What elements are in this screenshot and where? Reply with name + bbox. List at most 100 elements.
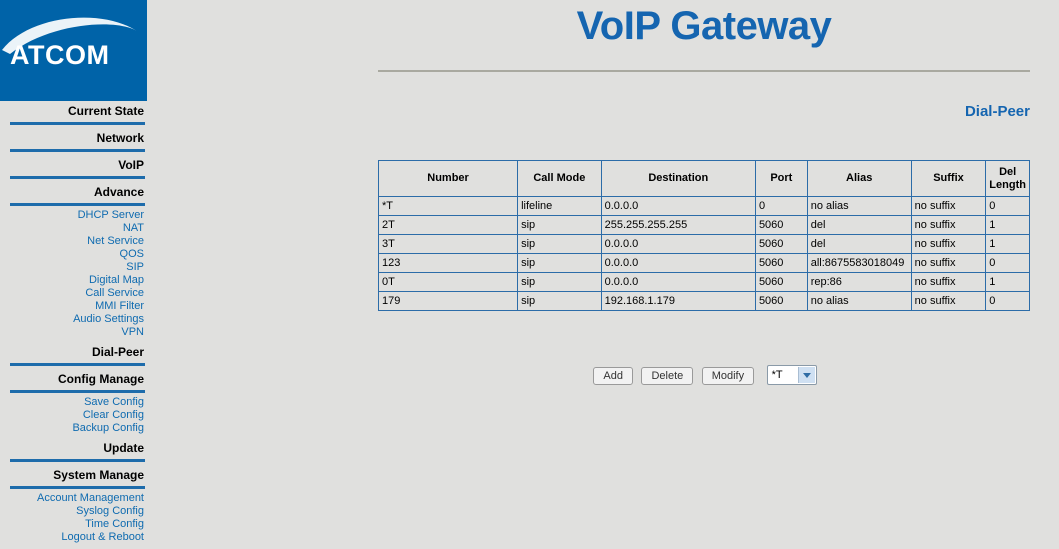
cell-port: 5060 bbox=[754, 215, 808, 235]
sidebar-divider bbox=[10, 203, 145, 206]
table-row[interactable]: 123 sip 0.0.0.0 5060 all:8675583018049 no suf… bbox=[377, 253, 1030, 273]
column-header-suffix: Suffix bbox=[910, 160, 987, 197]
cell-suffix: no suffix bbox=[910, 196, 987, 216]
sidebar-item-account-management[interactable]: Account Management bbox=[0, 492, 144, 505]
delete-button[interactable]: Delete bbox=[641, 367, 694, 386]
sidebar-divider bbox=[10, 459, 145, 462]
sidebar-section-update[interactable]: Update bbox=[0, 438, 147, 458]
cell-port: 5060 bbox=[754, 253, 808, 273]
cell-port: 5060 bbox=[754, 272, 808, 292]
chevron-down-icon[interactable] bbox=[797, 367, 815, 383]
table-row[interactable]: 0T sip 0.0.0.0 5060 rep:86 no suffix 1 bbox=[377, 272, 1030, 292]
sidebar-divider bbox=[10, 176, 145, 179]
add-button[interactable]: Add bbox=[593, 367, 633, 386]
sidebar-item-backup-config[interactable]: Backup Config bbox=[0, 422, 144, 435]
column-header-call-mode: Call Mode bbox=[517, 160, 602, 197]
cell-call-mode: lifeline bbox=[517, 196, 602, 216]
cell-del-length: 0 bbox=[985, 196, 1030, 216]
cell-destination: 255.255.255.255 bbox=[600, 215, 756, 235]
cell-destination: 192.168.1.179 bbox=[600, 291, 756, 311]
sidebar-item-qos[interactable]: QOS bbox=[0, 248, 144, 261]
column-header-del-length: Del Length bbox=[985, 160, 1030, 197]
page-root: ATCOM Current State Network VoIP Advance DHC… bbox=[0, 0, 1059, 549]
sidebar-item-nat[interactable]: NAT bbox=[0, 222, 144, 235]
sidebar-section-voip[interactable]: VoIP bbox=[0, 155, 147, 175]
sidebar-item-digital-map[interactable]: Digital Map bbox=[0, 274, 144, 287]
cell-del-length: 0 bbox=[985, 253, 1030, 273]
cell-alias: rep:86 bbox=[806, 272, 912, 292]
cell-del-length: 1 bbox=[985, 272, 1030, 292]
table-row[interactable]: 179 sip 192.168.1.179 5060 no alias no suffix… bbox=[377, 291, 1030, 311]
sidebar-divider bbox=[10, 363, 145, 366]
column-header-number: Number bbox=[377, 160, 519, 197]
column-header-port: Port bbox=[754, 160, 808, 197]
cell-call-mode: sip bbox=[517, 253, 602, 273]
sidebar-item-call-service[interactable]: Call Service bbox=[0, 287, 144, 300]
page-title: VoIP Gateway bbox=[576, 4, 832, 48]
cell-del-length: 0 bbox=[985, 291, 1030, 311]
sidebar-section-current-state[interactable]: Current State bbox=[0, 101, 147, 121]
sidebar-item-time-config[interactable]: Time Config bbox=[0, 518, 144, 531]
cell-suffix: no suffix bbox=[910, 272, 987, 292]
sidebar-item-audio-settings[interactable]: Audio Settings bbox=[0, 313, 144, 326]
sidebar-item-sip[interactable]: SIP bbox=[0, 261, 144, 274]
dial-peer-select[interactable]: *T bbox=[766, 365, 817, 385]
sidebar-item-net-service[interactable]: Net Service bbox=[0, 235, 144, 248]
table-body: *T lifeline 0.0.0.0 0 no alias no suffix 0 2T si… bbox=[377, 196, 1030, 311]
cell-call-mode: sip bbox=[517, 272, 602, 292]
title-divider bbox=[378, 70, 1030, 72]
column-header-destination: Destination bbox=[600, 160, 756, 197]
cell-alias: all:8675583018049 bbox=[806, 253, 912, 273]
cell-alias: no alias bbox=[806, 291, 912, 311]
cell-del-length: 1 bbox=[985, 234, 1030, 254]
sidebar-divider bbox=[10, 390, 145, 393]
table-header-row: Number Call Mode Destination Port Alias … bbox=[377, 160, 1030, 197]
table-controls: Add Delete Modify *T bbox=[378, 365, 1030, 386]
table-row[interactable]: 2T sip 255.255.255.255 5060 del no suffix 1 bbox=[377, 215, 1030, 235]
cell-call-mode: sip bbox=[517, 215, 602, 235]
cell-number: *T bbox=[377, 196, 519, 216]
sidebar-divider bbox=[10, 486, 145, 489]
cell-number: 3T bbox=[377, 234, 519, 254]
cell-number: 2T bbox=[377, 215, 519, 235]
cell-alias: del bbox=[806, 215, 912, 235]
sidebar-item-save-config[interactable]: Save Config bbox=[0, 396, 144, 409]
sidebar-item-logout-reboot[interactable]: Logout & Reboot bbox=[0, 531, 144, 544]
sidebar-nav: Current State Network VoIP Advance DHCP Serv… bbox=[0, 101, 160, 547]
sidebar-item-vpn[interactable]: VPN bbox=[0, 326, 144, 339]
sidebar-divider bbox=[10, 122, 145, 125]
sidebar-section-network[interactable]: Network bbox=[0, 128, 147, 148]
sidebar-item-clear-config[interactable]: Clear Config bbox=[0, 409, 144, 422]
sidebar-divider bbox=[10, 149, 145, 152]
sidebar-item-mmi-filter[interactable]: MMI Filter bbox=[0, 300, 144, 313]
cell-destination: 0.0.0.0 bbox=[600, 196, 756, 216]
brand-logo-text: ATCOM bbox=[10, 40, 110, 70]
table-row[interactable]: 3T sip 0.0.0.0 5060 del no suffix 1 bbox=[377, 234, 1030, 254]
table-row[interactable]: *T lifeline 0.0.0.0 0 no alias no suffix 0 bbox=[377, 196, 1030, 216]
sidebar-sublinks: DHCP Server NAT Net Service QOS SIP Digital M… bbox=[0, 209, 147, 339]
cell-destination: 0.0.0.0 bbox=[600, 234, 756, 254]
sidebar-item-syslog-config[interactable]: Syslog Config bbox=[0, 505, 144, 518]
cell-number: 123 bbox=[377, 253, 519, 273]
modify-button[interactable]: Modify bbox=[701, 367, 755, 386]
cell-number: 0T bbox=[377, 272, 519, 292]
cell-del-length: 1 bbox=[985, 215, 1030, 235]
cell-port: 0 bbox=[754, 196, 808, 216]
sidebar-section-dial-peer[interactable]: Dial-Peer bbox=[0, 342, 147, 362]
cell-call-mode: sip bbox=[517, 291, 602, 311]
sidebar-section-config-manage[interactable]: Config Manage bbox=[0, 369, 147, 389]
cell-alias: del bbox=[806, 234, 912, 254]
cell-port: 5060 bbox=[754, 234, 808, 254]
cell-number: 179 bbox=[377, 291, 519, 311]
cell-destination: 0.0.0.0 bbox=[600, 253, 756, 273]
cell-destination: 0.0.0.0 bbox=[600, 272, 756, 292]
dial-peer-table: Number Call Mode Destination Port Alias … bbox=[377, 160, 1030, 311]
sidebar: ATCOM Current State Network VoIP Advance DHC… bbox=[0, 0, 160, 549]
cell-call-mode: sip bbox=[517, 234, 602, 254]
sidebar-section-advance[interactable]: Advance bbox=[0, 182, 147, 202]
cell-alias: no alias bbox=[806, 196, 912, 216]
brand-logo[interactable]: ATCOM bbox=[0, 0, 147, 101]
sidebar-item-dhcp-server[interactable]: DHCP Server bbox=[0, 209, 144, 222]
main-content: VoIP Gateway Dial-Peer Number Call Mode … bbox=[160, 0, 1059, 549]
sidebar-section-system-manage[interactable]: System Manage bbox=[0, 465, 147, 485]
